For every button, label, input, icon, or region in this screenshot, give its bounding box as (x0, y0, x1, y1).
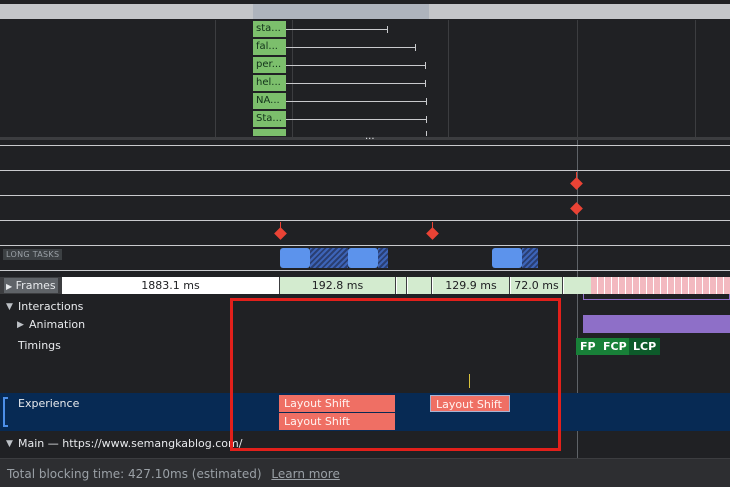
frame-segment[interactable]: 1883.1 ms (62, 277, 279, 294)
network-request-cap (387, 26, 388, 33)
grid-line (577, 20, 578, 138)
grid-line (695, 20, 696, 138)
network-request-bar[interactable] (253, 129, 286, 136)
frame-duration: 1883.1 ms (141, 279, 200, 292)
marker-diamond[interactable] (570, 202, 583, 215)
network-request-cap (426, 131, 427, 136)
network-request-label: fal... (256, 41, 278, 52)
expand-arrow-icon[interactable]: ▶ (17, 320, 24, 330)
network-request-cap (426, 116, 427, 123)
frame-segment[interactable] (396, 277, 406, 294)
timing-lcp[interactable]: LCP (629, 338, 661, 355)
long-task-overflow[interactable] (310, 248, 348, 268)
frames-label: Frames (15, 279, 56, 292)
animation-range (583, 294, 730, 300)
track-separator (0, 245, 730, 246)
network-request-wait (286, 83, 426, 84)
network-request-cap (415, 44, 416, 51)
network-request-bar[interactable]: fal... (253, 39, 286, 55)
frame-segment-dropped[interactable] (591, 277, 730, 294)
grid-line (292, 20, 293, 138)
expand-arrow-icon: ▶ (6, 282, 13, 291)
experience-track-label[interactable]: Experience (18, 397, 79, 410)
overview-scrollbar-thumb[interactable] (253, 4, 429, 19)
grid-line (448, 20, 449, 138)
frame-segment[interactable]: 192.8 ms (280, 277, 395, 294)
long-task-block[interactable] (348, 248, 378, 268)
frame-segment[interactable]: 72.0 ms (510, 277, 562, 294)
total-blocking-time: Total blocking time: 427.10ms (estimated… (7, 467, 262, 481)
network-request-cap (425, 62, 426, 69)
long-task-overflow[interactable] (522, 248, 538, 268)
frame-segment[interactable]: 129.9 ms (432, 277, 509, 294)
learn-more-link[interactable]: Learn more (271, 467, 339, 481)
frame-duration: 72.0 ms (514, 279, 559, 292)
network-request-bar[interactable]: per... (253, 57, 286, 73)
marker-diamond[interactable] (426, 227, 439, 240)
animation-track-label[interactable]: Animation (29, 318, 85, 331)
network-request-wait (286, 101, 427, 102)
timings-track-label[interactable]: Timings (18, 339, 61, 352)
network-request-label: NA... (256, 95, 280, 106)
marker-diamond[interactable] (274, 227, 287, 240)
highlight-box (230, 298, 561, 451)
long-task-block[interactable] (492, 248, 522, 268)
network-request-cap (425, 80, 426, 87)
track-separator (0, 170, 730, 171)
network-request-label: hel... (256, 77, 281, 88)
track-separator (0, 220, 730, 221)
network-request-label: sta... (256, 23, 281, 34)
frames-track[interactable]: ▶ Frames 1883.1 ms 192.8 ms 129.9 ms 72.… (0, 277, 730, 294)
long-task-overflow[interactable] (378, 248, 388, 268)
network-request-bar[interactable]: NA... (253, 93, 286, 109)
main-track-label[interactable]: Main — https://www.semangkablog.com/ (18, 437, 242, 450)
marker-stem (280, 222, 281, 229)
track-separator (0, 195, 730, 196)
collapse-arrow-icon[interactable]: ▼ (6, 302, 13, 312)
frame-duration: 129.9 ms (445, 279, 497, 292)
network-request-wait (286, 119, 427, 120)
frame-segment[interactable] (407, 277, 431, 294)
network-request-label: per... (256, 59, 282, 70)
network-request-wait (286, 29, 388, 30)
network-request-cap (426, 98, 427, 105)
network-request-bar[interactable]: sta... (253, 21, 286, 37)
timing-fcp[interactable]: FCP (599, 338, 631, 355)
marker-diamond[interactable] (570, 177, 583, 190)
network-request-wait (286, 47, 416, 48)
long-tasks-label: LONG TASKS (3, 249, 63, 260)
track-separator (0, 145, 730, 146)
frames-expand-toggle[interactable]: ▶ Frames (4, 278, 58, 293)
long-task-block[interactable] (280, 248, 310, 268)
interactions-track-label[interactable]: Interactions (18, 300, 83, 313)
resize-handle[interactable]: ... (365, 132, 375, 142)
network-request-wait (286, 65, 426, 66)
collapse-arrow-icon[interactable]: ▼ (6, 439, 13, 449)
status-footer: Total blocking time: 427.10ms (estimated… (0, 458, 730, 487)
network-request-bar[interactable]: Sta... (253, 111, 286, 127)
track-separator (0, 270, 730, 271)
timing-fp[interactable]: FP (576, 338, 600, 355)
animation-bar[interactable] (583, 315, 730, 333)
frame-duration: 192.8 ms (311, 279, 364, 292)
experience-bracket (3, 397, 8, 427)
marker-stem (432, 222, 433, 229)
network-request-label: Sta... (256, 113, 282, 124)
grid-line (215, 20, 216, 138)
marker-stem (576, 172, 577, 179)
frame-segment[interactable] (563, 277, 591, 294)
network-request-bar[interactable]: hel... (253, 75, 286, 91)
